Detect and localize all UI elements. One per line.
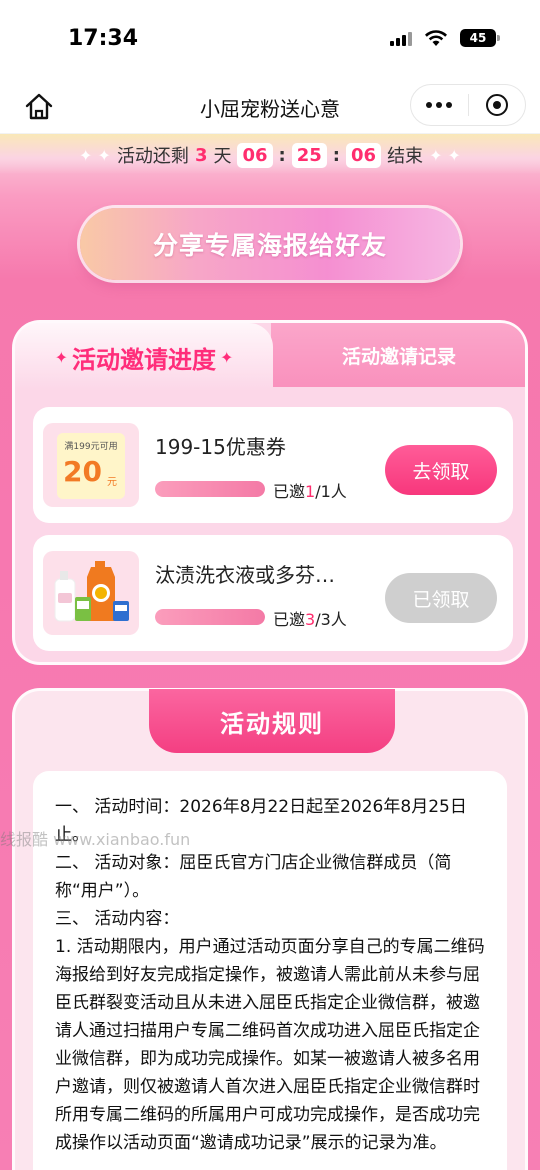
- countdown-days-unit: 天: [213, 146, 232, 167]
- cellular-signal-icon: [390, 30, 412, 46]
- invite-progress-fill: [155, 609, 265, 625]
- invite-progress-fill: [155, 481, 265, 497]
- countdown-days: 3: [194, 144, 208, 166]
- nav-bar: 小屈宠粉送心意: [0, 80, 540, 134]
- invited-count: 已邀3/3人: [273, 606, 347, 630]
- invite-progress-bar: [155, 481, 265, 497]
- countdown-seconds: 06: [346, 142, 382, 168]
- countdown: ✦ ✦ 活动还剩 3 天 06 : 25 : 06 结束 ✦ ✦: [0, 140, 540, 170]
- detergent-products-image: [54, 561, 129, 622]
- countdown-hours: 06: [237, 142, 273, 168]
- rules-line: 二、 活动对象：屈臣氏官方门店企业微信群成员（简称“用户”）。: [55, 853, 452, 901]
- close-mini-program-icon[interactable]: [469, 94, 526, 116]
- sparkle-icon: ✦: [220, 347, 234, 367]
- mini-program-capsule: [410, 84, 526, 126]
- invited-prefix: 已邀: [273, 482, 306, 501]
- more-options-icon[interactable]: [411, 102, 468, 108]
- rules-title: 活动规则: [149, 689, 395, 753]
- coupon-thumbnail: 满199元可用 20 元: [43, 423, 139, 507]
- status-bar: 17:34 45: [0, 0, 540, 80]
- rules-line: 三、 活动内容：: [55, 909, 180, 929]
- invite-progress-bar: [155, 609, 265, 625]
- reward-card: 汰渍洗衣液或多芬… 已邀3/3人 已领取: [33, 535, 513, 651]
- coupon-ticket: 满199元可用 20 元: [57, 433, 125, 499]
- reward-name: 汰渍洗衣液或多芬…: [155, 563, 335, 587]
- invite-panel: ✦ 活动邀请进度 ✦ 活动邀请记录 满199元可用 20 元 199-15优惠券…: [12, 320, 528, 665]
- battery-icon: 45: [460, 29, 500, 47]
- wifi-icon: [425, 30, 447, 46]
- coupon-value: 20: [63, 455, 102, 488]
- watermark: 线报酷 www.xianbao.fun: [0, 830, 191, 849]
- countdown-prefix: 活动还剩: [116, 146, 189, 167]
- product-thumbnail: [43, 551, 139, 635]
- countdown-minutes: 25: [291, 142, 327, 168]
- rules-line: 1. 活动期限内，用户通过活动页面分享自己的专属二维码海报给到好友完成指定操作，…: [55, 937, 485, 1153]
- status-time: 17:34: [68, 26, 139, 51]
- coupon-unit: 元: [107, 477, 117, 488]
- sparkle-icon: ✦ ✦: [79, 145, 111, 165]
- invited-number: 1: [305, 482, 316, 501]
- coupon-condition: 满199元可用: [64, 442, 118, 452]
- invited-count: 已邀1/1人: [273, 478, 347, 502]
- tab-invite-records[interactable]: 活动邀请记录: [273, 323, 525, 387]
- invited-total: /3人: [315, 610, 347, 629]
- reward-name: 199-15优惠券: [155, 435, 286, 459]
- reward-card: 满199元可用 20 元 199-15优惠券 已邀1/1人 去领取: [33, 407, 513, 523]
- countdown-colon: :: [332, 144, 340, 166]
- invited-total: /1人: [315, 482, 347, 501]
- share-poster-button[interactable]: 分享专属海报给好友: [80, 208, 460, 280]
- sparkle-icon: ✦: [54, 347, 68, 367]
- invited-prefix: 已邀: [273, 610, 306, 629]
- rules-panel: 活动规则 一、 活动时间：2026年8月22日起至2026年8月25日止。 二、…: [12, 688, 528, 1170]
- countdown-colon: :: [278, 144, 286, 166]
- invited-number: 3: [305, 610, 316, 629]
- sparkle-icon: ✦ ✦: [429, 145, 461, 165]
- tab-invite-progress[interactable]: ✦ 活动邀请进度 ✦: [15, 323, 273, 391]
- claimed-button[interactable]: 已领取: [385, 573, 497, 623]
- claim-button[interactable]: 去领取: [385, 445, 497, 495]
- tab-label: 活动邀请进度: [72, 345, 216, 374]
- countdown-suffix: 结束: [387, 146, 424, 167]
- status-icons: 45: [390, 29, 500, 47]
